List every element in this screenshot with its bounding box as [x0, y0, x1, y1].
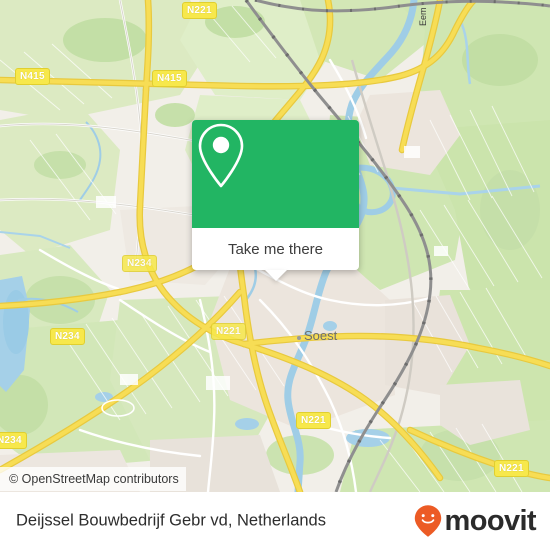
moovit-brand[interactable]: moovit	[413, 504, 537, 538]
road-shield-n221-top[interactable]: N221	[182, 2, 217, 19]
road-shield-n234-left[interactable]: N234	[50, 328, 85, 345]
city-label-soest: Soest	[304, 328, 338, 343]
location-popup-card[interactable]: Take me there	[192, 120, 359, 281]
footer-bar: Deijssel Bouwbedrijf Gebr vd, Netherland…	[0, 492, 550, 550]
road-shield-n415-center[interactable]: N415	[152, 70, 187, 87]
road-shield-n221-mid[interactable]: N221	[211, 323, 246, 340]
take-me-there-label: Take me there	[227, 240, 324, 258]
map-pin-icon	[198, 123, 244, 188]
osm-attribution[interactable]: © OpenStreetMap contributors	[0, 467, 186, 491]
map-canvas[interactable]: Soest Eem N221 N415 N415 N234 N221 N234 …	[0, 0, 550, 492]
city-marker-dot	[297, 336, 301, 340]
road-shield-n234-edge[interactable]: N234	[0, 432, 27, 449]
road-shield-n234-mid[interactable]: N234	[122, 255, 157, 272]
popup-action-row[interactable]: Take me there	[192, 228, 359, 270]
river-label-eem: Eem	[418, 7, 428, 26]
place-name-label: Deijssel Bouwbedrijf Gebr vd, Netherland…	[16, 511, 326, 530]
road-shield-n415-left[interactable]: N415	[15, 68, 50, 85]
moovit-pin-smiley-icon	[414, 505, 441, 537]
popup-header	[192, 120, 359, 228]
map-screenshot: Soest Eem N221 N415 N415 N234 N221 N234 …	[0, 0, 550, 550]
road-shield-n221-bottom[interactable]: N221	[494, 460, 529, 477]
road-shield-n221-lower[interactable]: N221	[296, 412, 331, 429]
moovit-wordmark: moovit	[444, 504, 537, 537]
popup-tail	[264, 270, 287, 281]
